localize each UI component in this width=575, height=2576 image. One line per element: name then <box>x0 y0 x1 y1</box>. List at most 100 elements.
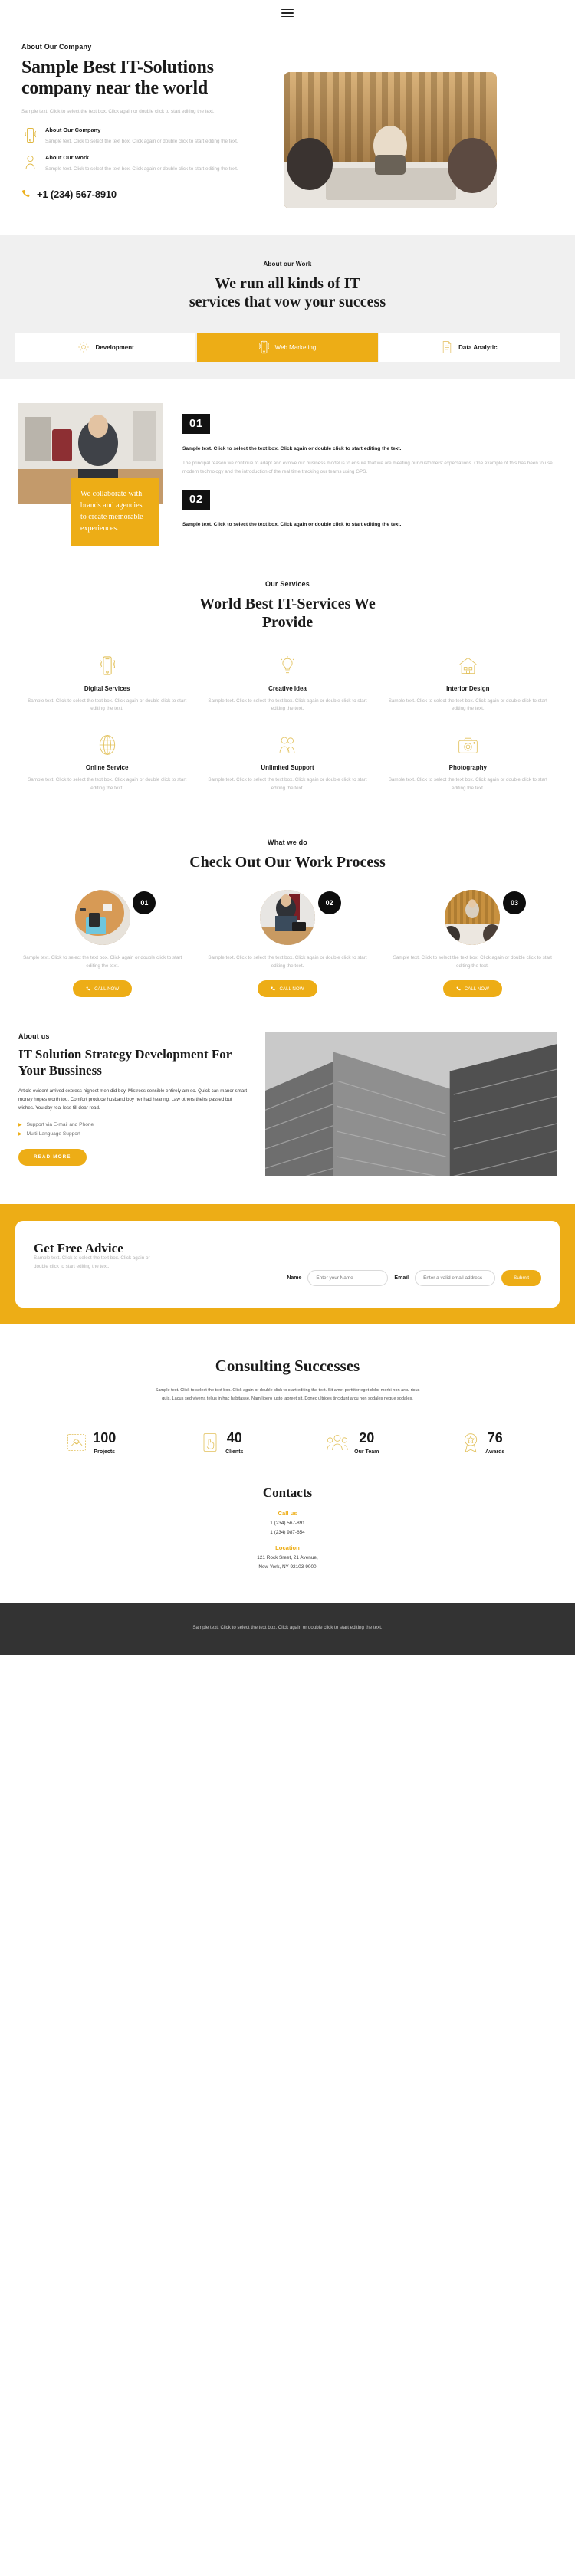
advice-form: Name Email Submit <box>34 1270 541 1287</box>
about-work-heading: About our Work We run all kinds of IT se… <box>0 261 575 312</box>
process-image <box>259 890 315 946</box>
services-title: World Best IT-Services We Provide <box>199 595 376 632</box>
service-name: Digital Services <box>84 684 130 692</box>
process-title: Check Out Our Work Process <box>189 854 386 871</box>
name-label: Name <box>287 1275 302 1281</box>
list-item: ▶ Support via E-mail and Phone <box>18 1122 248 1127</box>
hamburger-menu-icon[interactable] <box>281 8 294 18</box>
quote-box: We collaborate with brands and agencies … <box>71 477 159 546</box>
about-work-title: We run all kinds of IT services that vow… <box>189 275 386 311</box>
advice-title: Get Free Advice <box>34 1241 123 1256</box>
about-us-eyebrow: About us <box>18 1032 50 1041</box>
hero-left-column: About Our Company Sample Best IT-Solutio… <box>21 43 267 200</box>
hero-feature-list: About Our Company Sample text. Click to … <box>21 126 267 174</box>
contact-phone[interactable]: 1 (234) 567-891 <box>15 1521 560 1526</box>
stat-text: 20 Our Team <box>354 1431 379 1455</box>
tab-web-marketing[interactable]: Web Marketing <box>197 333 378 362</box>
stat-item: 40 Clients <box>157 1431 288 1455</box>
split-body-text: The principal reason we continue to adap… <box>182 461 553 474</box>
hand-tap-icon <box>201 1432 219 1452</box>
service-card[interactable]: Photography Sample text. Click to select… <box>378 733 558 812</box>
hero-subtitle: Sample text. Click to select the text bo… <box>21 108 215 114</box>
service-desc: Sample text. Click to select the text bo… <box>28 697 187 711</box>
about-us-section: About us IT Solution Strategy Developmen… <box>0 997 575 1204</box>
feature-item: About Our Work Sample text. Click to sel… <box>21 154 267 173</box>
handshake-icon <box>67 1432 87 1452</box>
caret-right-icon: ▶ <box>18 1122 22 1127</box>
about-work-band: About our Work We run all kinds of IT se… <box>0 235 575 379</box>
call-now-button[interactable]: CALL NOW <box>442 980 502 998</box>
contact-address-line: 121 Rock Sreet, 21 Avenue, <box>257 1554 318 1560</box>
hero-image <box>284 72 497 208</box>
document-icon <box>442 340 452 354</box>
tab-label: Web Marketing <box>274 343 317 351</box>
feature-body: About Our Company Sample text. Click to … <box>45 126 267 146</box>
process-desc: Sample text. Click to select the text bo… <box>23 955 182 969</box>
award-medal-icon <box>462 1432 479 1453</box>
process-desc: Sample text. Click to select the text bo… <box>208 955 367 969</box>
service-name: Creative Idea <box>268 684 307 692</box>
stat-number: 20 <box>359 1429 375 1446</box>
process-top: 01 <box>15 890 189 946</box>
process-image <box>445 890 501 946</box>
service-desc: Sample text. Click to select the text bo… <box>388 697 547 711</box>
advice-card: Get Free Advice Sample text. Click to se… <box>15 1221 560 1308</box>
name-input[interactable] <box>307 1270 389 1287</box>
step-number-badge: 01 <box>182 413 210 434</box>
about-work-eyebrow: About our Work <box>263 261 312 267</box>
service-card[interactable]: Unlimited Support Sample text. Click to … <box>197 733 377 812</box>
tab-data-analytic[interactable]: Data Analytic <box>379 333 560 362</box>
globe-icon <box>28 733 186 757</box>
about-us-title: IT Solution Strategy Development For You… <box>18 1047 232 1078</box>
process-number-badge: 01 <box>133 891 156 915</box>
services-grid: Digital Services Sample text. Click to s… <box>17 654 558 813</box>
feature-title: About Our Work <box>45 154 89 162</box>
service-desc: Sample text. Click to select the text bo… <box>28 777 187 791</box>
service-name: Unlimited Support <box>261 764 314 772</box>
feature-desc: Sample text. Click to select the text bo… <box>45 139 238 145</box>
process-section: What we do Check Out Our Work Process 01 <box>0 812 575 998</box>
call-now-button[interactable]: CALL NOW <box>73 980 133 998</box>
consulting-title: Consulting Successes <box>215 1357 360 1376</box>
process-image <box>74 890 130 946</box>
advice-band: Get Free Advice Sample text. Click to se… <box>0 1204 575 1325</box>
contact-phone[interactable]: 1 (234) 987-654 <box>15 1530 560 1535</box>
read-more-button[interactable]: READ MORE <box>18 1148 87 1166</box>
phone-icon <box>21 189 31 199</box>
hero-phone[interactable]: +1 (234) 567-8910 <box>21 189 267 200</box>
service-card[interactable]: Interior Design Sample text. Click to se… <box>378 654 558 733</box>
mobile-signal-icon <box>21 126 38 146</box>
service-name: Photography <box>449 764 487 772</box>
tab-label: Data Analytic <box>458 343 498 351</box>
about-us-paragraph: Article evident arrived express highest … <box>18 1088 248 1111</box>
site-footer: Sample text. Click to select the text bo… <box>0 1603 575 1655</box>
about-us-bullets: ▶ Support via E-mail and Phone ▶ Multi-L… <box>18 1122 248 1137</box>
service-card[interactable]: Online Service Sample text. Click to sel… <box>17 733 197 812</box>
process-number-badge: 03 <box>502 891 526 915</box>
stat-item: 20 Our Team <box>288 1431 419 1455</box>
group-people-icon <box>327 1433 348 1452</box>
caret-right-icon: ▶ <box>18 1131 22 1137</box>
about-us-image <box>265 1032 557 1177</box>
service-card[interactable]: Digital Services Sample text. Click to s… <box>17 654 197 733</box>
services-section: Our Services World Best IT-Services We P… <box>0 546 575 812</box>
stat-text: 100 Projects <box>93 1431 116 1455</box>
stat-label: Projects <box>94 1449 116 1455</box>
process-card: 01 Sample text. Click to select the text… <box>15 890 189 998</box>
process-grid: 01 Sample text. Click to select the text… <box>15 890 560 998</box>
tab-development[interactable]: Development <box>15 333 196 362</box>
process-number-badge: 02 <box>317 891 341 915</box>
process-card: 03 Sample text. Click to select the text… <box>386 890 560 998</box>
service-name: Interior Design <box>446 684 490 692</box>
email-input[interactable] <box>415 1270 496 1287</box>
user-person-icon <box>21 154 38 173</box>
camera-icon <box>389 733 547 757</box>
stat-text: 40 Clients <box>225 1431 243 1455</box>
call-now-button[interactable]: CALL NOW <box>258 980 317 998</box>
service-desc: Sample text. Click to select the text bo… <box>208 777 367 791</box>
process-desc: Sample text. Click to select the text bo… <box>393 955 552 969</box>
service-card[interactable]: Creative Idea Sample text. Click to sele… <box>197 654 377 733</box>
step-number-badge: 02 <box>182 490 210 510</box>
stat-label: Awards <box>485 1449 505 1455</box>
submit-button[interactable]: Submit <box>501 1270 541 1287</box>
